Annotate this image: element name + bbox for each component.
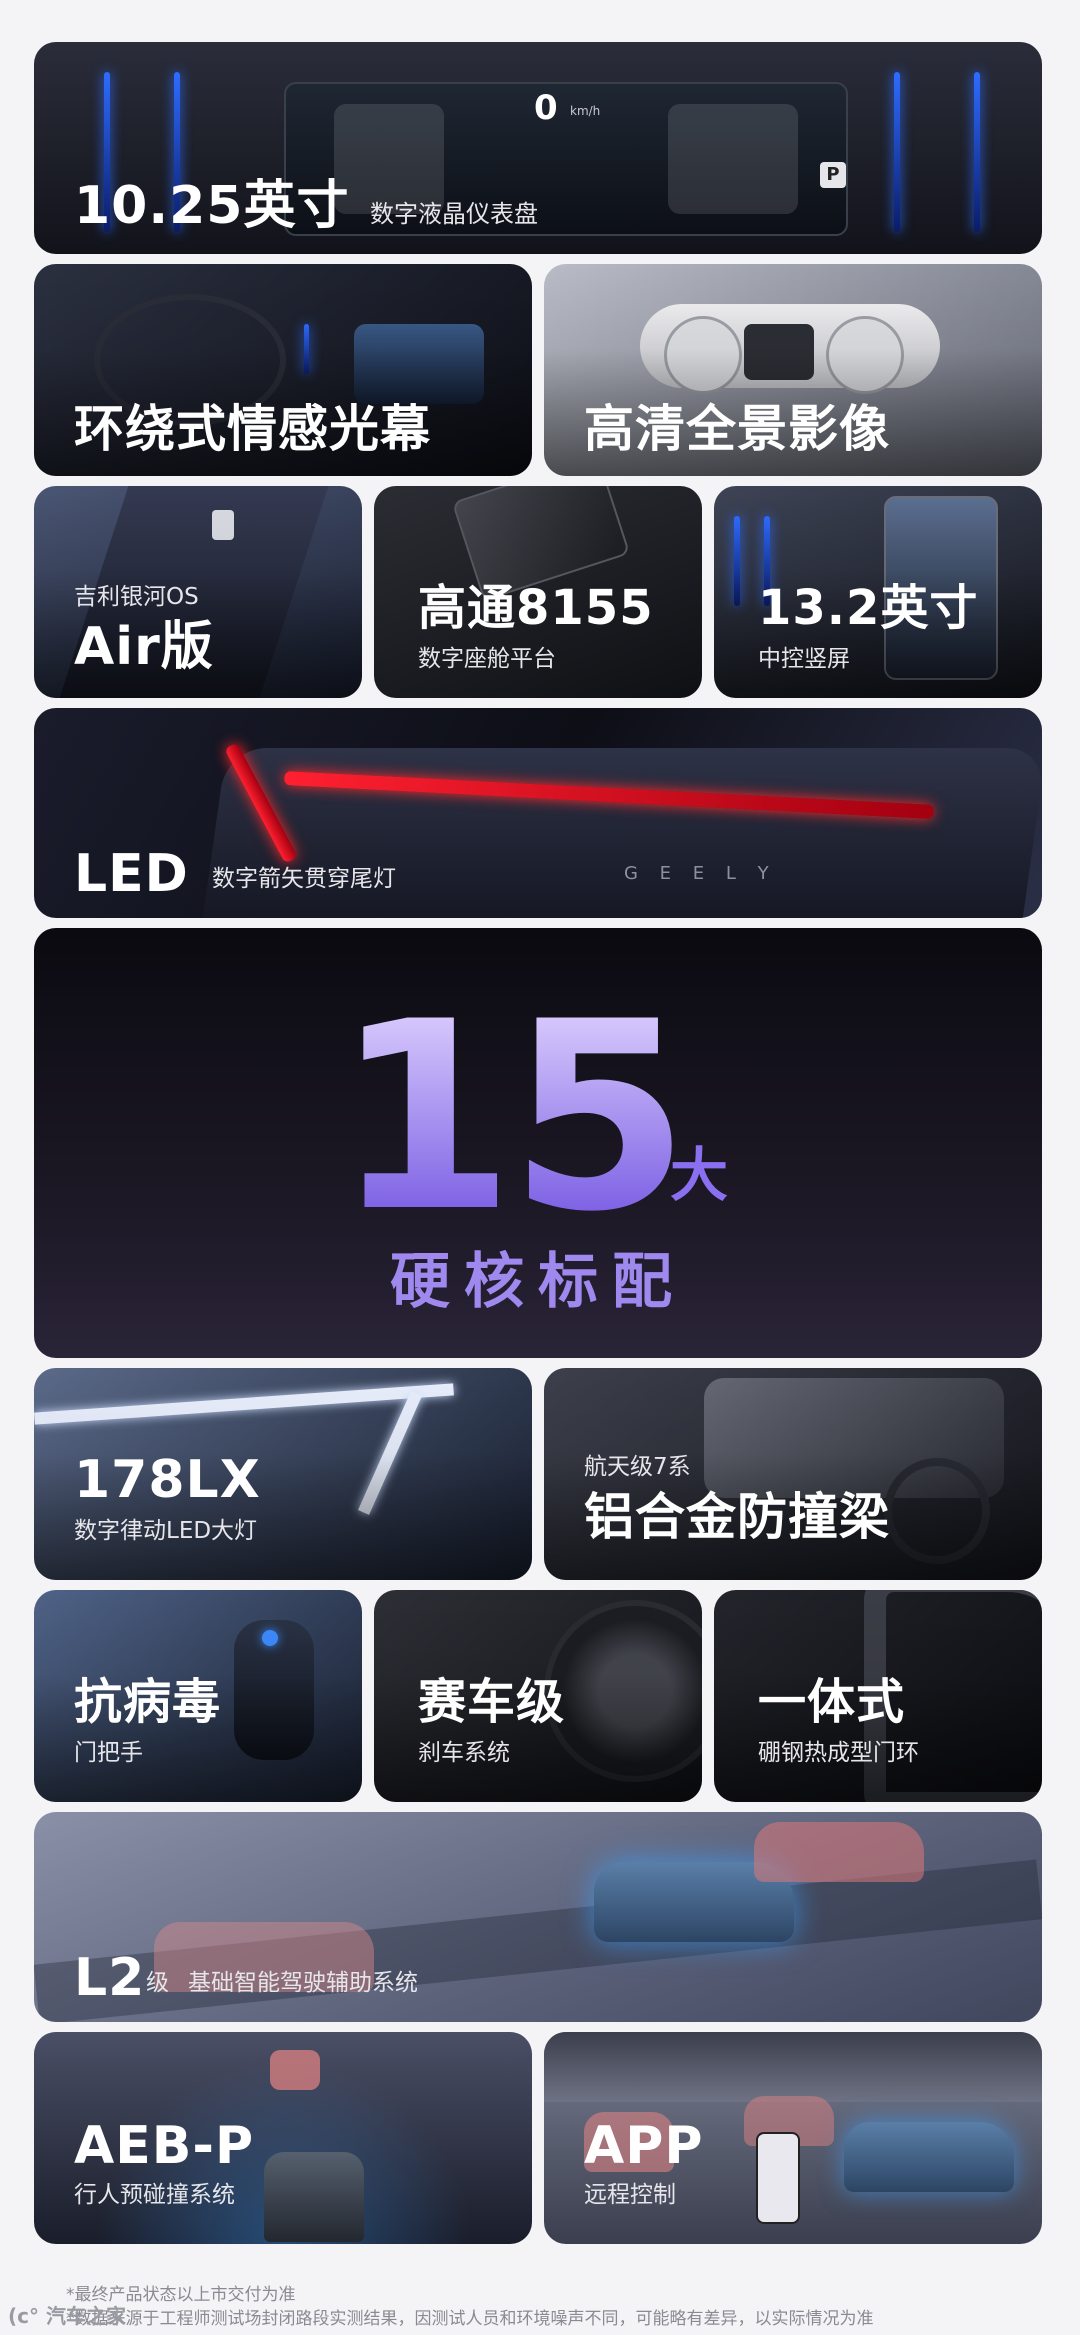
card-os: 吉利银河OS Air版: [34, 486, 362, 698]
speed-unit: km/h: [570, 104, 601, 118]
card-chip: 高通8155 数字座舱平台: [374, 486, 702, 698]
card-headlight: 178LX 数字律动LED大灯: [34, 1368, 532, 1580]
door-label: 硼钢热成型门环: [758, 1740, 919, 1766]
antivirus-title: 抗病毒: [74, 1674, 222, 1730]
l2-grade: 级: [146, 1970, 169, 1996]
led-title: LED: [74, 844, 189, 904]
phone-image: [756, 2132, 800, 2224]
hero-suffix: 大: [670, 1141, 729, 1209]
card-lightscreen: 环绕式情感光幕: [34, 264, 532, 476]
pedestrian-car-image: [264, 2152, 364, 2242]
card-aeb: AEB-P 行人预碰撞系统: [34, 2032, 532, 2244]
gear-indicator: P: [820, 162, 846, 188]
antivirus-label: 门把手: [74, 1740, 143, 1766]
l2-title: L2: [74, 1948, 146, 2008]
screen-label: 中控竖屏: [758, 646, 850, 672]
chip-title: 高通8155: [418, 580, 654, 636]
dash-size: 10.25英寸: [74, 176, 350, 236]
card-l2: L2 级 基础智能驾驶辅助系统: [34, 1812, 1042, 2022]
panorama-title: 高清全景影像: [584, 400, 890, 458]
speed-readout: 0: [534, 88, 558, 128]
hero-subtitle: 硬核标配: [390, 1247, 686, 1317]
aeb-label: 行人预碰撞系统: [74, 2182, 235, 2208]
aeb-title: AEB-P: [74, 2116, 255, 2176]
beam-top: 航天级7系: [584, 1454, 691, 1480]
hero-number: 15: [334, 967, 690, 1269]
app-label: 远程控制: [584, 2182, 676, 2208]
headlight-label: 数字律动LED大灯: [74, 1518, 258, 1544]
card-screen: 13.2英寸 中控竖屏: [714, 486, 1042, 698]
card-led: G E E L Y LED 数字箭矢贯穿尾灯: [34, 708, 1042, 918]
footer-line-2: *数据来源于工程师测试场封闭路段实测结果，因测试人员和环境噪声不同，可能略有差异…: [66, 2309, 874, 2329]
led-label: 数字箭矢贯穿尾灯: [212, 866, 396, 892]
os-title: Air版: [74, 617, 214, 677]
card-dashboard: 0 km/h P 10.25英寸 数字液晶仪表盘: [34, 42, 1042, 254]
card-app: APP 远程控制: [544, 2032, 1042, 2244]
card-panorama: 高清全景影像: [544, 264, 1042, 476]
headlight-title: 178LX: [74, 1450, 261, 1510]
geely-badge: G E E L Y: [624, 863, 777, 884]
chip-label: 数字座舱平台: [418, 646, 556, 672]
autohome-watermark: (c° 汽车之家: [8, 2304, 126, 2328]
card-brake: 赛车级 刹车系统: [374, 1590, 702, 1802]
app-title: APP: [584, 2116, 704, 2176]
card-beam: 航天级7系 铝合金防撞梁: [544, 1368, 1042, 1580]
os-top: 吉利银河OS: [74, 584, 199, 610]
card-hero: 15 大 硬核标配: [34, 928, 1042, 1358]
screen-title: 13.2英寸: [758, 580, 979, 636]
door-title: 一体式: [758, 1674, 906, 1730]
dash-label: 数字液晶仪表盘: [370, 200, 538, 228]
app-car-image: [844, 2122, 1014, 2192]
brake-label: 刹车系统: [418, 1740, 510, 1766]
card-door: 一体式 硼钢热成型门环: [714, 1590, 1042, 1802]
l2-label: 基础智能驾驶辅助系统: [188, 1970, 418, 1996]
brake-title: 赛车级: [418, 1674, 566, 1730]
footer-notes: *最终产品状态以上市交付为准 *数据来源于工程师测试场封闭路段实测结果，因测试人…: [66, 2283, 874, 2331]
lightscreen-title: 环绕式情感光幕: [74, 400, 431, 458]
card-antivirus: 抗病毒 门把手: [34, 1590, 362, 1802]
footer-line-1: *最终产品状态以上市交付为准: [66, 2285, 296, 2305]
beam-title: 铝合金防撞梁: [584, 1488, 890, 1546]
